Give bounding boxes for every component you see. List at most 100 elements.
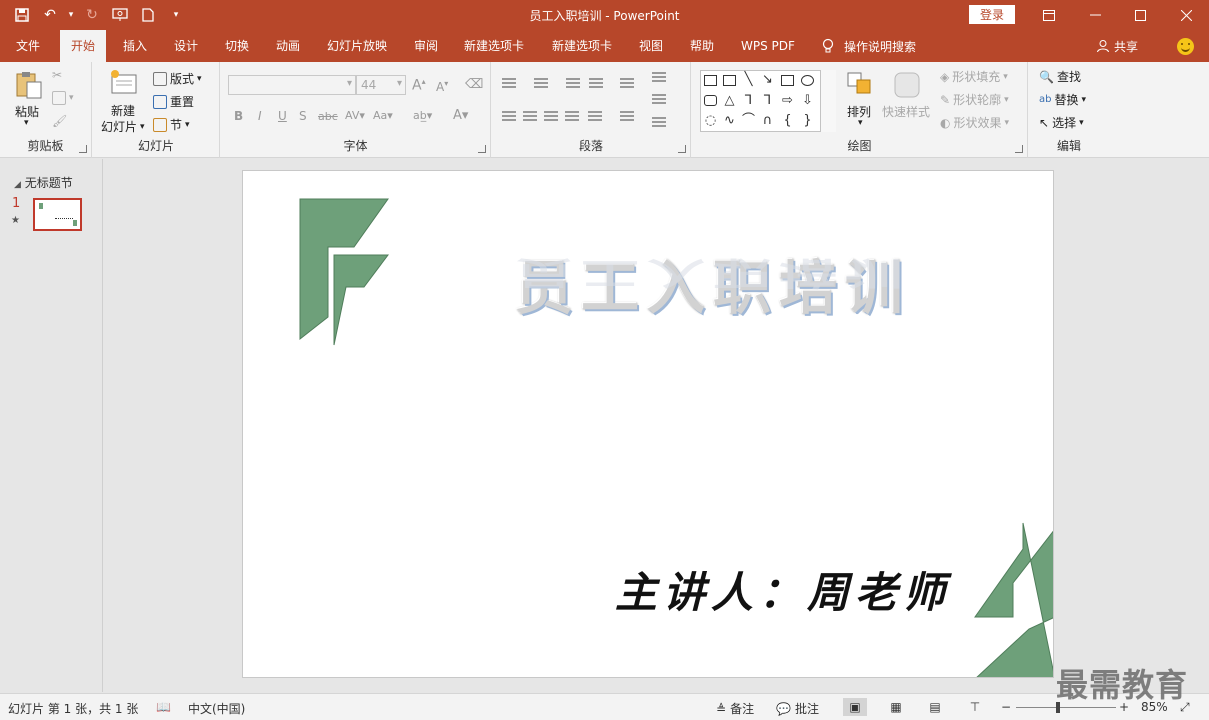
tab-new-tab-1[interactable]: 新建选项卡 [464,30,524,62]
feedback-smiley-icon[interactable] [1177,38,1194,55]
curve-shape-icon[interactable]: ∩ [761,114,774,127]
comments-button[interactable]: 💬 批注 [776,700,819,717]
login-button[interactable]: 登录 [969,5,1015,24]
italic-icon[interactable]: I [258,109,262,123]
reset-button[interactable]: 重置 [153,93,194,110]
right-brace-shape-icon[interactable]: } [801,114,814,127]
char-spacing-icon[interactable]: AV▾ [345,109,365,122]
line-shape-icon[interactable]: ╲ [742,73,755,86]
strikethrough-icon[interactable]: abc [318,110,338,123]
rounded-rect-shape-icon[interactable] [704,95,717,106]
collapse-section-icon[interactable]: ◢ [14,180,21,190]
select-button[interactable]: ↖ 选择 ▾ [1039,114,1084,131]
bullets-icon[interactable] [502,78,516,88]
slide-thumbnail[interactable] [33,198,82,231]
change-case-icon[interactable]: Aa▾ [373,109,393,122]
align-center-icon[interactable] [523,111,537,121]
textbox-shape-icon[interactable] [704,75,717,86]
increase-indent-icon[interactable] [589,78,603,88]
layout-button[interactable]: 版式 ▾ [153,70,202,87]
share-button[interactable]: 共享 [1096,30,1138,62]
quick-styles-button[interactable]: 快速样式 [882,103,930,120]
underline-icon[interactable]: U [278,109,287,123]
cut-icon[interactable]: ✂ [52,68,62,82]
clear-format-icon[interactable]: ⌫ [465,77,483,92]
tab-new-tab-2[interactable]: 新建选项卡 [552,30,612,62]
bold-icon[interactable]: B [234,109,243,123]
shape-fill-button[interactable]: ◈ 形状填充 ▾ [940,68,1008,85]
elbow-connector-shape-icon[interactable]: ⅂ [742,94,755,107]
tab-file[interactable]: 文件 [16,30,40,62]
tab-insert[interactable]: 插入 [123,30,147,62]
decrease-indent-icon[interactable] [566,78,580,88]
zoom-out-icon[interactable]: − [1001,700,1011,714]
scribble-shape-icon[interactable]: ∿ [723,114,736,127]
close-icon[interactable] [1163,0,1209,30]
shapes-gallery[interactable]: ╲ ↘ △ ⅂ ⅂ ⇨ ⇩ ◌ ∿ ⌒ ∩ { } [700,70,836,132]
smartart-icon[interactable] [652,117,666,127]
numbering-icon[interactable] [534,78,548,88]
decrease-font-icon[interactable]: A▾ [436,79,448,94]
align-right-icon[interactable] [544,111,558,121]
minimize-icon[interactable] [1072,0,1118,30]
freeform-shape-icon[interactable]: ◌ [704,114,717,127]
find-button[interactable]: 🔍 查找 [1039,68,1081,85]
notes-button[interactable]: ≜ 备注 [716,700,754,717]
new-slide-dropdown[interactable]: 幻灯片 ▾ [101,118,145,135]
slide-canvas[interactable]: 员工入职培训 员工入职培训 主讲人：周老师 [242,170,1054,678]
paste-dropdown-icon[interactable]: ▾ [24,118,29,128]
format-painter-icon[interactable]: 🖌 [52,114,67,128]
section-button[interactable]: 节 ▾ [153,116,190,133]
font-name-combo[interactable] [228,75,356,95]
tab-transitions[interactable]: 切换 [225,30,249,62]
reading-view-icon[interactable]: ▤ [923,698,947,716]
language-indicator[interactable]: 中文(中国) [188,700,245,717]
right-arrow-shape-icon[interactable]: ⇨ [781,94,794,107]
maximize-icon[interactable] [1117,0,1163,30]
tab-wps-pdf[interactable]: WPS PDF [741,30,795,62]
oval-shape-icon[interactable] [801,75,814,86]
arc-shape-icon[interactable]: ⌒ [742,114,755,127]
normal-view-icon[interactable]: ▣ [843,698,867,716]
tab-animations[interactable]: 动画 [276,30,300,62]
tab-review[interactable]: 审阅 [414,30,438,62]
clipboard-launcher-icon[interactable] [79,145,87,153]
shape-effects-button[interactable]: ◐ 形状效果 ▾ [940,114,1009,131]
ribbon-display-options-icon[interactable] [1026,0,1072,30]
tab-home[interactable]: 开始 [60,30,107,63]
font-size-combo[interactable]: 44 [356,75,406,95]
tab-view[interactable]: 视图 [639,30,663,62]
line-spacing-icon[interactable] [620,78,634,88]
new-slide-label-1[interactable]: 新建 [111,102,135,119]
quick-styles-icon[interactable] [892,70,922,100]
font-launcher-icon[interactable] [478,145,486,153]
section-header[interactable]: ◢ 无标题节 [14,174,73,191]
vertical-textbox-shape-icon[interactable] [723,75,736,86]
align-left-icon[interactable] [502,111,516,121]
tab-design[interactable]: 设计 [174,30,198,62]
columns-icon[interactable] [620,111,634,121]
replace-button[interactable]: ab 替换 ▾ [1039,91,1086,108]
arrange-icon[interactable] [845,70,875,100]
font-color-icon[interactable]: A▾ [453,108,468,123]
tab-help[interactable]: 帮助 [690,30,714,62]
left-brace-shape-icon[interactable]: { [781,114,794,127]
shapes-gallery-scroll[interactable] [820,70,836,132]
highlight-icon[interactable]: ab̲▾ [413,109,432,122]
new-slide-icon[interactable] [109,68,139,98]
tab-slideshow[interactable]: 幻灯片放映 [327,30,387,62]
paste-icon[interactable] [14,70,44,100]
distributed-icon[interactable] [588,111,602,121]
down-arrow-shape-icon[interactable]: ⇩ [801,94,814,107]
slideshow-view-icon[interactable]: ⊤ [963,698,987,716]
elbow-arrow-shape-icon[interactable]: ⅂ [761,94,774,107]
drawing-launcher-icon[interactable] [1015,145,1023,153]
align-text-icon[interactable] [652,94,666,104]
arrow-line-shape-icon[interactable]: ↘ [761,73,774,86]
shape-outline-button[interactable]: ✎ 形状轮廓 ▾ [940,91,1009,108]
paragraph-launcher-icon[interactable] [678,145,686,153]
shadow-icon[interactable]: S [299,109,307,123]
rectangle-shape-icon[interactable] [781,75,794,86]
text-direction-icon[interactable] [652,72,666,82]
spell-check-icon[interactable]: 📖 [156,700,171,714]
